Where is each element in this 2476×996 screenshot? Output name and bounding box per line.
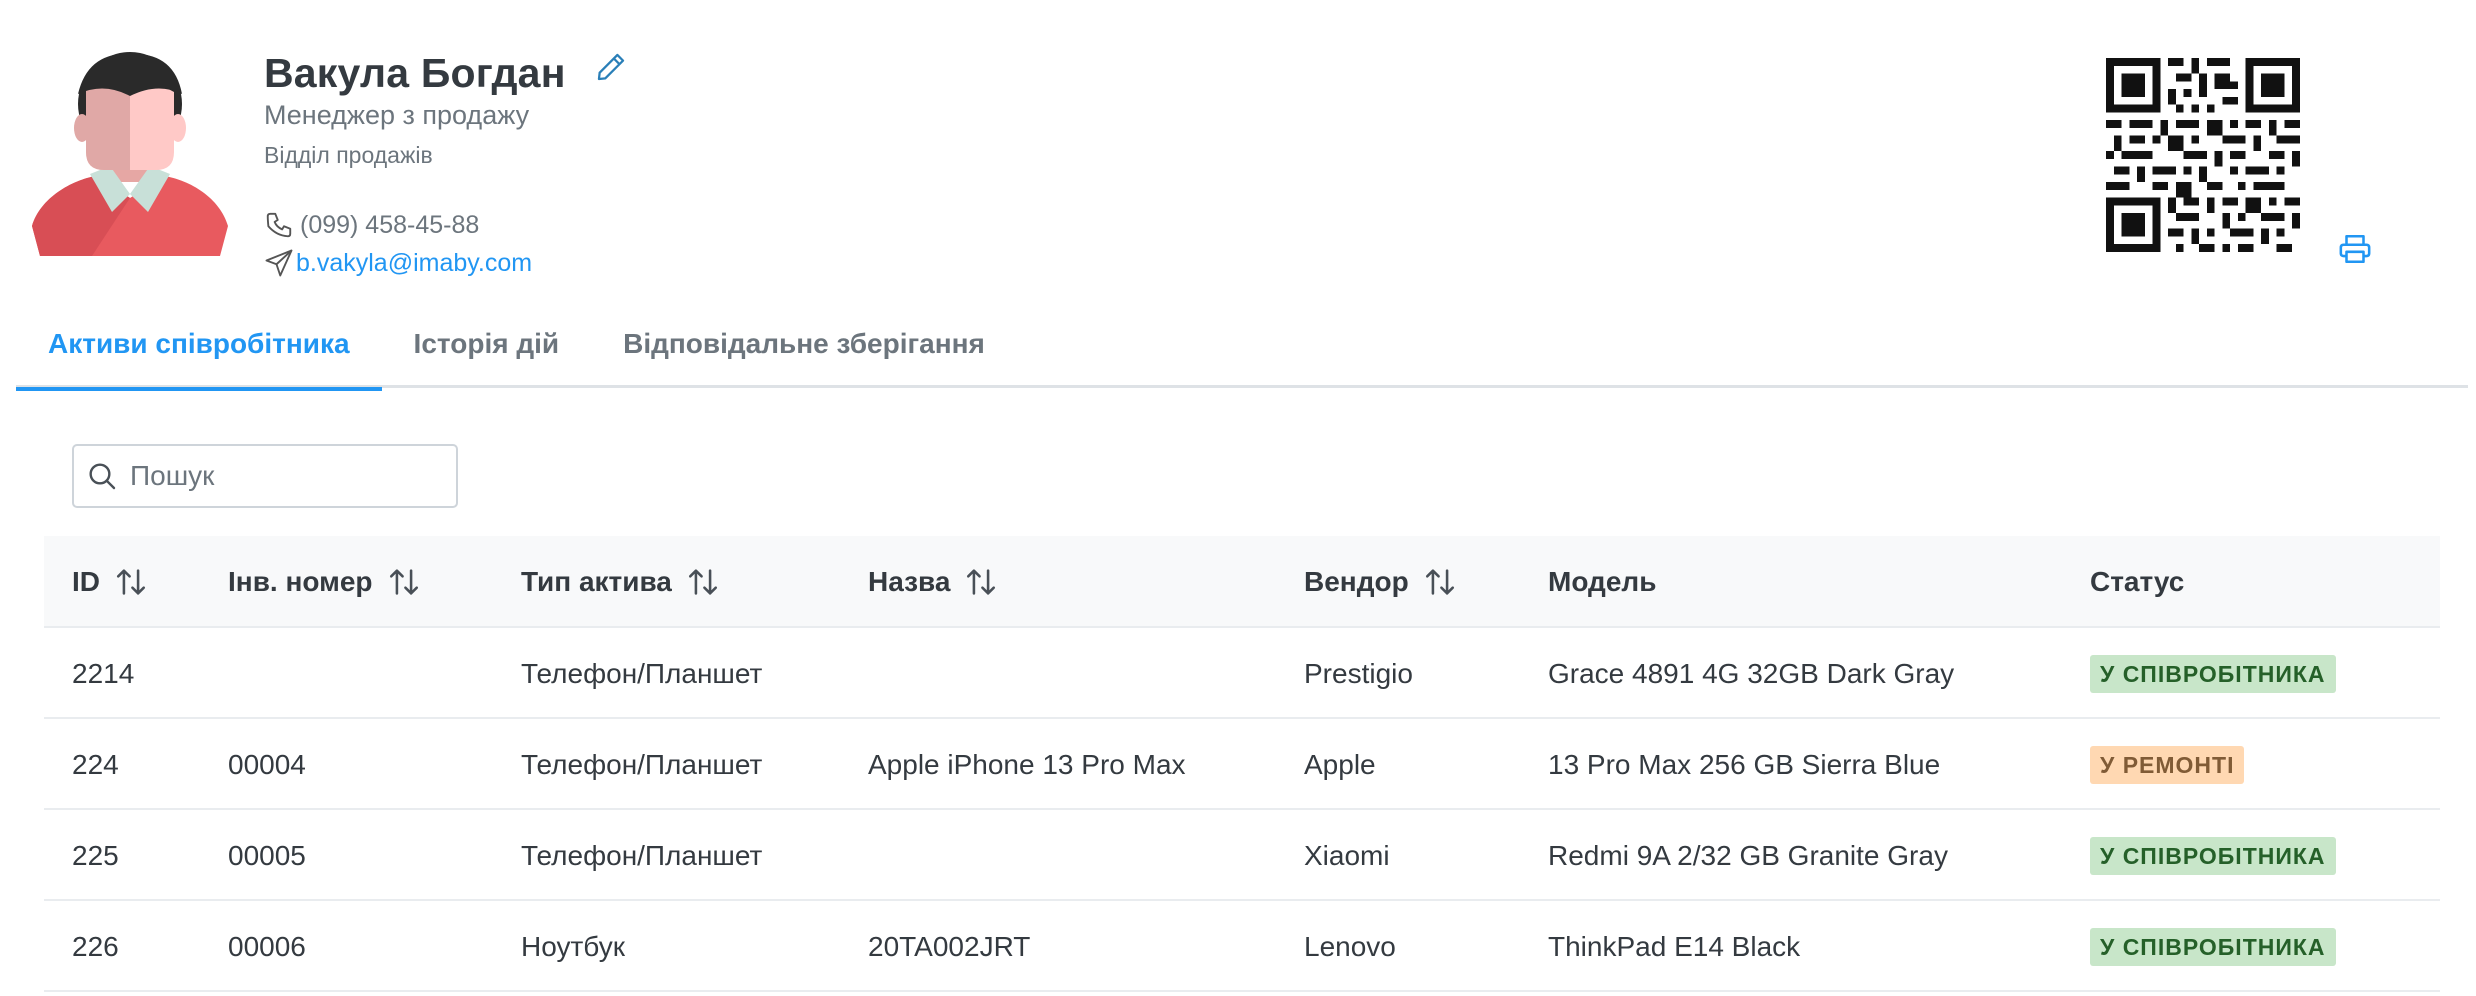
sort-icon xyxy=(688,569,717,595)
cell-asset-type: Телефон/Планшет xyxy=(521,840,763,871)
cell-asset-type: Ноутбук xyxy=(521,931,625,962)
sort-icon xyxy=(389,569,418,595)
employee-department: Відділ продажів xyxy=(264,142,433,168)
tab-employee-assets[interactable]: Активи співробітника xyxy=(16,320,382,391)
employee-position: Менеджер з продажу xyxy=(264,100,530,130)
table-row[interactable]: 224 00004 Телефон/Планшет Apple iPhone 1… xyxy=(44,719,2440,810)
status-badge: У СПІВРОБІТНИКА xyxy=(2090,654,2336,693)
qr-code xyxy=(2106,58,2300,252)
assets-table: ID Інв. номер Тип актива Назва Вендор Мо… xyxy=(44,536,2440,992)
table-header: ID Інв. номер Тип актива Назва Вендор Мо… xyxy=(44,536,2440,628)
status-badge: У СПІВРОБІТНИКА xyxy=(2090,927,2336,966)
cell-model: Redmi 9A 2/32 GB Granite Gray xyxy=(1548,840,1948,871)
cell-status: У СПІВРОБІТНИКА xyxy=(2090,810,2336,901)
cell-id: 225 xyxy=(72,840,119,871)
sort-icon xyxy=(116,569,146,595)
cell-asset-type: Телефон/Планшет xyxy=(521,658,763,689)
column-header-status: Статус xyxy=(2090,566,2185,597)
cell-vendor: Lenovo xyxy=(1304,931,1396,962)
tab-responsible-storage[interactable]: Відповідальне зберігання xyxy=(591,320,1017,388)
cell-vendor: Prestigio xyxy=(1304,658,1413,689)
tab-action-history[interactable]: Історія дій xyxy=(382,320,592,388)
search-box xyxy=(72,444,458,508)
cell-inventory-number: 00006 xyxy=(228,931,306,962)
cell-vendor: Xiaomi xyxy=(1304,840,1390,871)
cell-id: 224 xyxy=(72,749,119,780)
sort-icon xyxy=(967,569,996,595)
status-badge: У РЕМОНТІ xyxy=(2090,745,2245,784)
cell-model: ThinkPad E14 Black xyxy=(1548,931,1801,962)
column-header-model: Модель xyxy=(1548,566,1657,597)
table-row[interactable]: 225 00005 Телефон/Планшет Xiaomi Redmi 9… xyxy=(44,810,2440,901)
cell-model: Grace 4891 4G 32GB Dark Gray xyxy=(1548,658,1955,689)
cell-status: У РЕМОНТІ xyxy=(2090,719,2245,810)
phone-row: (099) 458-45-88 xyxy=(264,210,479,240)
table-row[interactable]: 226 00006 Ноутбук 20TA002JRT Lenovo Thin… xyxy=(44,901,2440,992)
cell-inventory-number: 00004 xyxy=(228,749,306,780)
phone-icon xyxy=(266,212,292,238)
employee-name: Вакула Богдан xyxy=(264,50,566,96)
send-icon xyxy=(265,249,293,277)
cell-model: 13 Pro Max 256 GB Sierra Blue xyxy=(1548,749,1941,780)
column-header-id[interactable]: ID xyxy=(72,536,148,628)
cell-asset-type: Телефон/Планшет xyxy=(521,749,763,780)
cell-vendor: Apple xyxy=(1304,749,1376,780)
search-icon xyxy=(89,463,116,490)
table-row[interactable]: 2214 Телефон/Планшет Prestigio Grace 489… xyxy=(44,628,2440,719)
column-header-vendor[interactable]: Вендор xyxy=(1304,536,1457,628)
cell-status: У СПІВРОБІТНИКА xyxy=(2090,901,2336,992)
tab-bar: Активи співробітника Історія дій Відпові… xyxy=(16,320,2468,391)
cell-id: 2214 xyxy=(72,658,135,689)
status-badge: У СПІВРОБІТНИКА xyxy=(2090,836,2336,875)
edit-pencil-icon[interactable] xyxy=(594,50,628,84)
cell-id: 226 xyxy=(72,931,119,962)
column-header-asset-type[interactable]: Тип актива xyxy=(521,536,720,628)
email-link[interactable]: b.vakyla@imaby.com xyxy=(296,249,532,278)
email-row: b.vakyla@imaby.com xyxy=(264,248,532,278)
print-icon[interactable] xyxy=(2338,232,2372,266)
avatar xyxy=(32,52,228,256)
column-header-inventory-number[interactable]: Інв. номер xyxy=(228,536,421,628)
cell-inventory-number: 00005 xyxy=(228,840,306,871)
column-header-name[interactable]: Назва xyxy=(868,536,998,628)
phone-number: (099) 458-45-88 xyxy=(300,210,480,239)
cell-name: Apple iPhone 13 Pro Max xyxy=(868,749,1186,780)
cell-status: У СПІВРОБІТНИКА xyxy=(2090,628,2336,719)
cell-name: 20TA002JRT xyxy=(868,931,1031,962)
sort-icon xyxy=(1425,569,1454,595)
search-input[interactable] xyxy=(130,460,430,492)
